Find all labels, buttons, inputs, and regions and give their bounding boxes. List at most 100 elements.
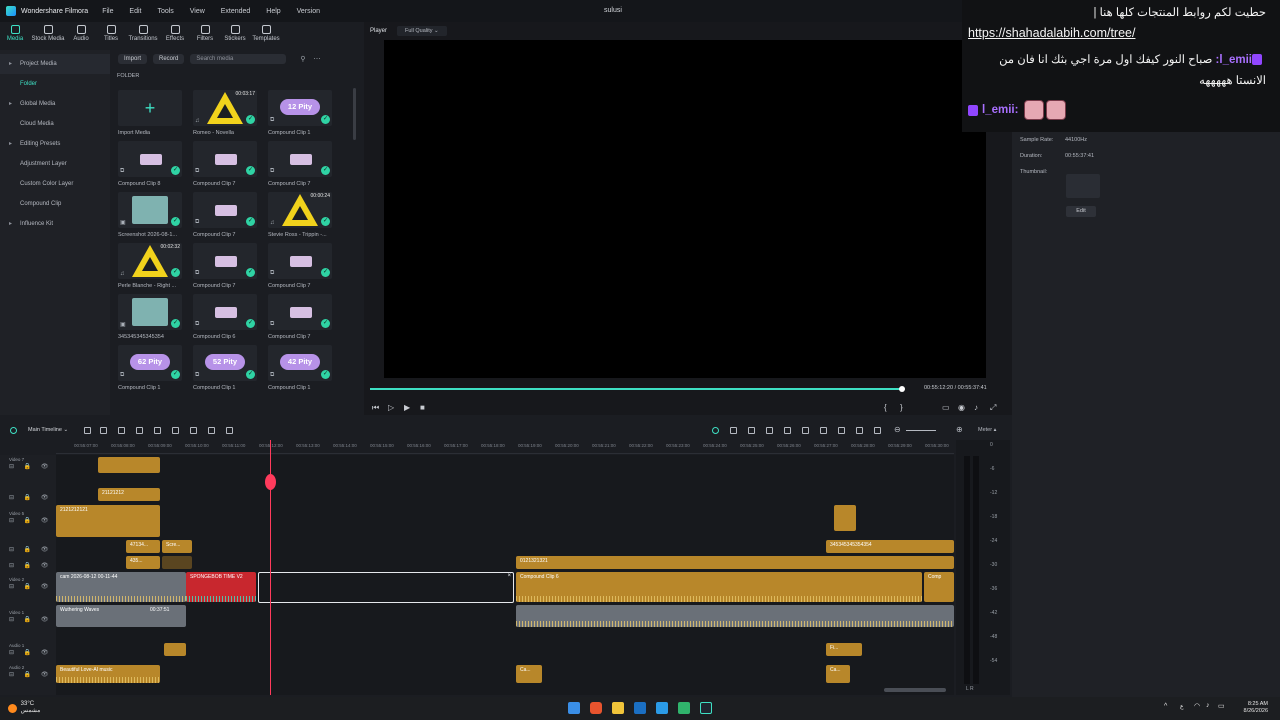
media-item[interactable]: ⧉ ✓ Compound Clip 8 (118, 141, 184, 192)
record-button[interactable]: Record (153, 54, 185, 64)
snapshot-tl-icon[interactable] (856, 427, 863, 434)
play-forward-icon[interactable]: ▶ (404, 403, 410, 412)
snap-icon[interactable] (730, 427, 737, 434)
marker-icon[interactable] (748, 427, 755, 434)
timeline-clip[interactable]: 47134... (126, 540, 160, 553)
crop-icon[interactable] (190, 427, 197, 434)
timeline-ruler[interactable]: 00:55:07:00 00:55:08:00 00:55:09:00 00:55:1… (56, 440, 986, 454)
mark-in-icon[interactable]: { (884, 403, 887, 412)
render-icon[interactable] (712, 427, 719, 434)
menu-extended[interactable]: Extended (221, 8, 251, 15)
nav-folder[interactable]: Folder (0, 74, 110, 94)
wifi-icon[interactable]: ◠ (1194, 702, 1200, 710)
zoom-slider[interactable] (906, 430, 936, 431)
system-clock[interactable]: 8:25 AM 8/26/2026 (1244, 701, 1268, 715)
timeline-clip[interactable] (516, 605, 954, 627)
nav-influence-kit[interactable]: Influence Kit (0, 214, 110, 234)
close-icon[interactable]: × (507, 573, 511, 579)
ai-icon[interactable] (838, 427, 845, 434)
voiceover-icon[interactable] (766, 427, 773, 434)
zoom-fit-icon[interactable] (226, 427, 233, 434)
main-timeline-label[interactable]: Main Timeline ⌄ (28, 427, 68, 433)
track-controls-icon[interactable]: ⊟ 🔒 👁 (9, 649, 52, 656)
media-item[interactable]: ▣ ✓ 345345345345354 (118, 294, 184, 345)
snapshot-icon[interactable]: ◉ (958, 403, 965, 412)
prev-frame-icon[interactable]: ⏮ (372, 403, 379, 413)
search-input[interactable]: Search media (190, 54, 287, 64)
tab-titles[interactable]: Titles (96, 22, 126, 48)
timeline-clip[interactable]: Compound Clip 6 (516, 572, 922, 602)
select-icon[interactable] (100, 427, 107, 434)
media-item[interactable]: ⧉ ✓ Compound Clip 7 (268, 243, 334, 294)
media-item[interactable]: ⧉ ✓ Compound Clip 7 (268, 141, 334, 192)
stop-icon[interactable]: ■ (420, 403, 425, 412)
track-controls-icon[interactable]: ⊟ 🔒 👁 (9, 517, 52, 524)
meter-label[interactable]: Meter ▴ (978, 427, 996, 433)
drive-icon[interactable] (678, 702, 690, 714)
zoom-in-icon[interactable]: ⊕ (956, 425, 963, 434)
timeline-clip[interactable] (162, 556, 192, 569)
fullscreen-icon[interactable]: ⤢ (990, 403, 996, 413)
tab-media[interactable]: Media (0, 22, 30, 48)
filter-icon[interactable]: ⚲ (300, 55, 305, 63)
edit-thumbnail-button[interactable]: Edit (1066, 206, 1096, 217)
menu-tools[interactable]: Tools (157, 8, 173, 15)
timeline-tracks[interactable]: 21121212 2121212121 47134... Scre... 435… (56, 455, 954, 695)
timeline-clip[interactable]: Ca... (826, 665, 850, 683)
nav-cloud-media[interactable]: Cloud Media (0, 114, 110, 134)
timeline-clip[interactable]: 2121212121 (56, 505, 160, 537)
quality-select[interactable]: Full Quality ⌄ (397, 26, 447, 36)
media-item[interactable]: 42 Pity ⧉ ✓ Compound Clip 1 (268, 345, 334, 396)
media-item[interactable]: 62 Pity ⧉ ✓ Compound Clip 1 (118, 345, 184, 396)
language-indicator[interactable]: ع (1180, 703, 1184, 710)
store-icon[interactable] (656, 702, 668, 714)
media-item[interactable]: ⧉ ✓ Compound Clip 7 (268, 294, 334, 345)
layout-icon[interactable] (84, 427, 91, 434)
delete-icon[interactable] (154, 427, 161, 434)
media-item[interactable]: + Import Media (118, 90, 184, 141)
track-controls-icon[interactable]: ⊟ 🔒 👁 (9, 562, 52, 569)
file-explorer-icon[interactable] (612, 702, 624, 714)
timeline-clip[interactable]: Wuthering Waves 00:37:51 (56, 605, 186, 627)
media-scrollbar[interactable] (353, 88, 356, 140)
menu-view[interactable]: View (190, 8, 205, 15)
mixer-icon[interactable] (784, 427, 791, 434)
timeline-clip[interactable]: Ca... (516, 665, 542, 683)
nav-compound-clip[interactable]: Compound Clip (0, 194, 110, 214)
selection-box[interactable]: × (258, 572, 514, 603)
menu-help[interactable]: Help (266, 8, 280, 15)
media-item[interactable]: ⧉ ✓ Compound Clip 6 (193, 294, 259, 345)
timeline-clip[interactable]: Beautiful Love-AI music (56, 665, 160, 683)
weather-widget[interactable]: 33°C مشمس (8, 701, 40, 715)
tab-transitions[interactable]: Transitions (126, 22, 160, 48)
brave-icon[interactable] (590, 702, 602, 714)
media-item[interactable]: ⧉ ✓ Compound Clip 7 (193, 141, 259, 192)
nav-project-media[interactable]: Project Media (0, 54, 110, 74)
redo-icon[interactable] (136, 427, 143, 434)
menu-version[interactable]: Version (297, 8, 320, 15)
track-controls-icon[interactable]: ⊟ 🔒 👁 (9, 671, 52, 678)
timeline-clip[interactable] (834, 505, 856, 531)
video-preview[interactable] (384, 40, 986, 378)
media-item[interactable]: ▣ ✓ Screenshot 2026-08-1... (118, 192, 184, 243)
timeline-settings-icon[interactable] (10, 427, 17, 434)
tab-effects[interactable]: Effects (160, 22, 190, 48)
battery-icon[interactable]: ▭ (1218, 702, 1225, 710)
timeline-clip[interactable]: Comp (924, 572, 954, 602)
filmora-taskbar-icon[interactable] (700, 702, 712, 714)
tab-templates[interactable]: Templates (250, 22, 282, 48)
nav-adjustment-layer[interactable]: Adjustment Layer (0, 154, 110, 174)
shield-icon[interactable] (802, 427, 809, 434)
start-icon[interactable] (568, 702, 580, 714)
steam-icon[interactable] (634, 702, 646, 714)
tab-stickers[interactable]: Stickers (220, 22, 250, 48)
track-controls-icon[interactable]: ⊟ 🔒 👁 (9, 546, 52, 553)
menu-file[interactable]: File (102, 8, 113, 15)
scrub-handle[interactable] (899, 386, 906, 392)
media-item[interactable]: 00:02:32 ♫ ✓ Perle Blanche - Right ... (118, 243, 184, 294)
timeline-clip[interactable] (98, 457, 160, 473)
media-item[interactable]: ⧉ ✓ Compound Clip 7 (193, 192, 259, 243)
playhead-handle[interactable] (265, 474, 276, 490)
media-item[interactable]: 52 Pity ⧉ ✓ Compound Clip 1 (193, 345, 259, 396)
timeline-clip[interactable]: 435... (126, 556, 160, 569)
